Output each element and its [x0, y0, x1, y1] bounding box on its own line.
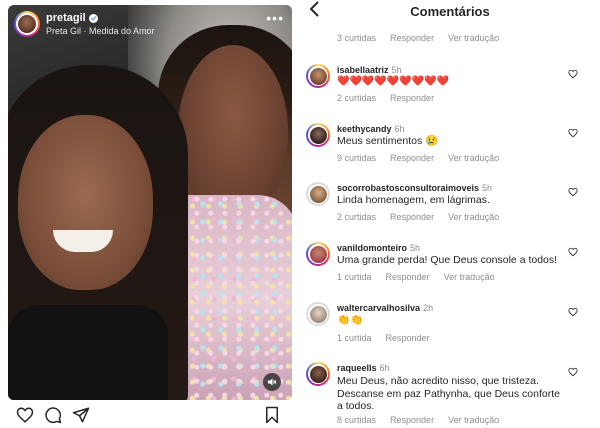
comment-username[interactable]: socorrobastosconsultoraimoveis 5h: [337, 183, 492, 193]
likes-count[interactable]: 2 curtidas: [337, 212, 376, 222]
page-title: Comentários: [410, 4, 490, 19]
photo-shirt: [8, 305, 168, 400]
comment-meta: 1 curtida Responder Ver tradução: [337, 272, 495, 282]
heart-outline-icon[interactable]: [568, 367, 578, 377]
photo-face-right: [178, 45, 288, 215]
reply-button[interactable]: Responder: [390, 93, 434, 103]
comment-username[interactable]: vanildomonteiro 5h: [337, 243, 420, 253]
post-header: pretagil Preta Gil · Medida do Amor •••: [8, 5, 292, 45]
comments-panel: Comentários 3 curtidas Responder Ver tra…: [300, 0, 600, 428]
comment-meta: 2 curtidas Responder Ver tradução: [337, 212, 499, 222]
comments-header: Comentários: [300, 0, 600, 22]
comment-username[interactable]: raqueells 6h: [337, 363, 390, 373]
heart-outline-icon[interactable]: [16, 406, 34, 424]
verified-badge-icon: [88, 13, 98, 23]
more-horizontal-icon[interactable]: •••: [266, 11, 284, 25]
comment-username[interactable]: waltercarvalhosilva 2h: [337, 303, 433, 313]
comment-text: ❤️❤️❤️❤️❤️❤️❤️❤️❤️: [337, 76, 450, 87]
post-image[interactable]: [8, 5, 292, 400]
reply-button[interactable]: Responder: [390, 415, 434, 425]
bookmark-icon[interactable]: [263, 406, 281, 424]
comment-username[interactable]: isabellaatriz 5h: [337, 65, 402, 75]
avatar[interactable]: [306, 64, 330, 88]
sound-off-icon[interactable]: [263, 373, 281, 391]
translate-button[interactable]: Ver tradução: [448, 415, 499, 425]
reply-button[interactable]: Responder: [390, 153, 434, 163]
comment-text: 👏👏: [337, 314, 364, 326]
reply-button[interactable]: Responder: [390, 33, 434, 43]
comment-text: Uma grande perda! Que Deus console a tod…: [337, 254, 558, 266]
comment-time: 6h: [394, 124, 405, 134]
translate-button[interactable]: Ver tradução: [444, 272, 495, 282]
post-panel: pretagil Preta Gil · Medida do Amor •••: [0, 0, 300, 428]
post-audio-subtitle[interactable]: Preta Gil · Medida do Amor: [46, 26, 155, 36]
comment-time: 6h: [379, 363, 390, 373]
likes-count[interactable]: 3 curtidas: [337, 33, 376, 43]
likes-count[interactable]: 2 curtidas: [337, 93, 376, 103]
comment-time: 5h: [410, 243, 421, 253]
reply-button[interactable]: Responder: [386, 333, 430, 343]
reply-button[interactable]: Responder: [390, 212, 434, 222]
comment-meta: 9 curtidas Responder Ver tradução: [337, 153, 499, 163]
avatar[interactable]: [306, 242, 330, 266]
likes-count[interactable]: 9 curtidas: [337, 153, 376, 163]
comment-time: 5h: [482, 183, 493, 193]
avatar[interactable]: [306, 302, 330, 326]
comment-text: Linda homenagem, em lágrimas.: [337, 194, 490, 206]
reply-button[interactable]: Responder: [386, 272, 430, 282]
post-username[interactable]: pretagil: [46, 12, 98, 24]
heart-outline-icon[interactable]: [568, 69, 578, 79]
avatar[interactable]: [306, 362, 330, 386]
heart-outline-icon[interactable]: [568, 187, 578, 197]
likes-count[interactable]: 8 curtidas: [337, 415, 376, 425]
heart-outline-icon[interactable]: [568, 247, 578, 257]
comment-meta: 3 curtidas Responder Ver tradução: [337, 33, 499, 43]
heart-outline-icon[interactable]: [568, 307, 578, 317]
share-icon[interactable]: [72, 406, 90, 424]
comment-username[interactable]: keethycandy 6h: [337, 124, 405, 134]
comment-meta: 2 curtidas Responder: [337, 93, 434, 103]
photo-face-left: [18, 115, 153, 290]
comment-time: 2h: [423, 303, 434, 313]
avatar[interactable]: [306, 182, 330, 206]
translate-button[interactable]: Ver tradução: [448, 212, 499, 222]
comment-text: Meu Deus, não acredito nisso, que triste…: [337, 375, 560, 412]
comment-time: 5h: [391, 65, 402, 75]
translate-button[interactable]: Ver tradução: [448, 153, 499, 163]
likes-count[interactable]: 1 curtida: [337, 333, 372, 343]
avatar[interactable]: [14, 11, 40, 37]
comment-meta: 1 curtida Responder: [337, 333, 430, 343]
heart-outline-icon[interactable]: [568, 128, 578, 138]
comment-text: Meus sentimentos 😢: [337, 135, 439, 147]
username-label: pretagil: [46, 12, 86, 24]
likes-count[interactable]: 1 curtida: [337, 272, 372, 282]
avatar[interactable]: [306, 123, 330, 147]
comment-meta: 8 curtidas Responder Ver tradução: [337, 415, 499, 425]
comment-icon[interactable]: [44, 406, 62, 424]
translate-button[interactable]: Ver tradução: [448, 33, 499, 43]
post-action-bar: [0, 404, 300, 428]
